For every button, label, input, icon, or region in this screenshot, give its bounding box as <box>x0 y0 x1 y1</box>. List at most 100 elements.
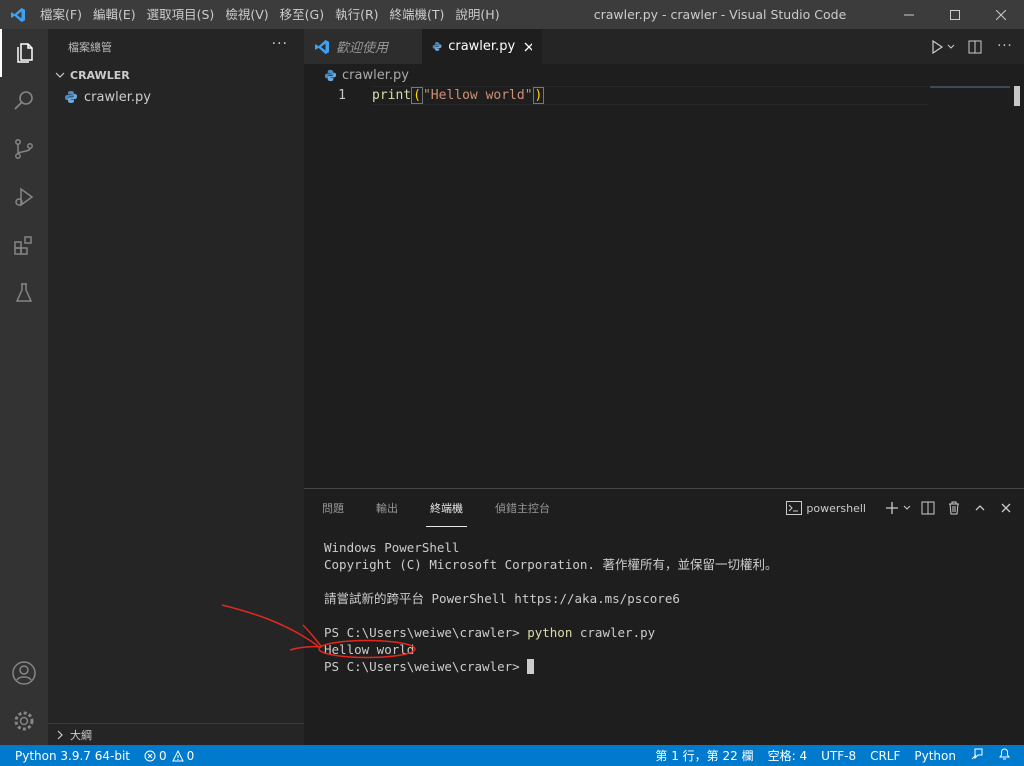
menu-selection[interactable]: 選取項目(S) <box>143 0 219 29</box>
terminal-prompt: PS C:\Users\weiwe\crawler> <box>324 659 528 674</box>
folder-crawler[interactable]: CRAWLER <box>48 64 304 86</box>
status-bar: Python 3.9.7 64-bit 0 0 第 1 行，第 22 欄 空格:… <box>0 745 1024 766</box>
tab-debug-console[interactable]: 偵錯主控台 <box>491 489 554 527</box>
minimize-button[interactable] <box>886 0 932 29</box>
tab-welcome[interactable]: 歡迎使用 <box>304 29 422 64</box>
terminal-command: python <box>527 625 573 640</box>
menu-terminal[interactable]: 終端機(T) <box>386 0 449 29</box>
warning-count: 0 <box>186 748 195 763</box>
menu-bar: 檔案(F) 編輯(E) 選取項目(S) 檢視(V) 移至(G) 執行(R) 終端… <box>36 0 507 29</box>
run-dropdown-chevron-icon[interactable] <box>946 36 956 58</box>
tab-crawler-py[interactable]: crawler.py <box>422 29 542 64</box>
breadcrumb[interactable]: crawler.py <box>304 64 1024 86</box>
terminal-command-arg: crawler.py <box>572 625 656 640</box>
error-icon <box>144 750 156 761</box>
search-icon[interactable] <box>0 77 48 125</box>
tab-label: crawler.py <box>448 39 516 54</box>
menu-file[interactable]: 檔案(F) <box>36 0 86 29</box>
code-token-paren: ) <box>532 87 545 104</box>
terminal-line: Windows PowerShell <box>324 540 460 555</box>
code-editor[interactable]: 1 print("Hellow world") <box>304 86 1024 488</box>
python-file-icon <box>432 42 442 51</box>
close-window-button[interactable] <box>978 0 1024 29</box>
terminal-icon <box>786 501 803 515</box>
split-terminal-icon[interactable] <box>918 497 938 519</box>
menu-go[interactable]: 移至(G) <box>276 0 328 29</box>
code-token-paren: ( <box>411 87 423 104</box>
run-python-button[interactable] <box>926 36 948 58</box>
extensions-icon[interactable] <box>0 221 48 269</box>
notifications-bell-icon[interactable] <box>998 747 1011 764</box>
tab-terminal[interactable]: 終端機 <box>426 489 467 527</box>
split-editor-button[interactable] <box>964 36 986 58</box>
accounts-icon[interactable] <box>0 649 48 697</box>
bottom-panel: 問題 輸出 終端機 偵錯主控台 powershell Windows Power… <box>304 488 1024 745</box>
chevron-down-icon <box>55 72 65 78</box>
more-actions-icon[interactable]: ··· <box>272 36 288 52</box>
cursor-position[interactable]: 第 1 行，第 22 欄 <box>655 747 753 764</box>
python-file-icon <box>65 91 77 103</box>
python-interpreter[interactable]: Python 3.9.7 64-bit <box>15 749 130 763</box>
indentation[interactable]: 空格: 4 <box>768 747 808 764</box>
close-tab-icon[interactable] <box>524 42 532 52</box>
testing-icon[interactable] <box>0 269 48 317</box>
sidebar-title: 檔案總管 <box>68 40 112 54</box>
code-line[interactable]: 1 print("Hellow world") <box>304 86 1024 105</box>
breadcrumb-file: crawler.py <box>342 67 409 83</box>
outline-section[interactable]: 大綱 <box>48 723 304 745</box>
outline-label: 大綱 <box>70 728 92 742</box>
editor-tabs: 歡迎使用 crawler.py ··· <box>304 29 1024 64</box>
source-control-icon[interactable] <box>0 125 48 173</box>
python-file-icon <box>324 69 337 81</box>
settings-gear-icon[interactable] <box>0 697 48 745</box>
tab-problems[interactable]: 問題 <box>318 489 348 527</box>
tab-output[interactable]: 輸出 <box>372 489 402 527</box>
code-token-function: print <box>372 88 412 103</box>
vscode-logo-icon <box>0 0 36 29</box>
terminal-active-prompt: PS C:\Users\weiwe\crawler> <box>324 658 777 675</box>
kill-terminal-trash-icon[interactable] <box>944 497 964 519</box>
maximize-button[interactable] <box>932 0 978 29</box>
new-terminal-plus-icon[interactable] <box>882 497 902 519</box>
terminal-line: 請嘗試新的跨平台 PowerShell https://aka.ms/pscor… <box>324 591 680 606</box>
sidebar-header: 檔案總管 ··· <box>48 29 304 64</box>
terminal-program-output: Hellow world <box>324 642 415 657</box>
terminal-output[interactable]: Windows PowerShell Copyright (C) Microso… <box>324 539 777 675</box>
warning-icon <box>171 749 184 761</box>
line-number: 1 <box>338 88 346 103</box>
folder-label: CRAWLER <box>70 68 130 82</box>
window-title: crawler.py - crawler - Visual Studio Cod… <box>593 7 847 22</box>
terminal-dropdown-chevron-icon[interactable] <box>902 497 912 519</box>
activity-bar <box>0 29 48 745</box>
menu-edit[interactable]: 編輯(E) <box>89 0 140 29</box>
terminal-command-line: PS C:\Users\weiwe\crawler> python crawle… <box>324 624 777 641</box>
menu-view[interactable]: 檢視(V) <box>221 0 272 29</box>
terminal-prompt: PS C:\Users\weiwe\crawler> <box>324 625 528 640</box>
menu-help[interactable]: 說明(H) <box>451 0 503 29</box>
title-bar: 檔案(F) 編輯(E) 選取項目(S) 檢視(V) 移至(G) 執行(R) 終端… <box>0 0 1024 29</box>
file-crawler-py[interactable]: crawler.py <box>48 86 304 108</box>
terminal-cursor <box>527 659 535 674</box>
chevron-right-icon <box>57 730 63 739</box>
maximize-panel-chevron-up-icon[interactable] <box>970 497 990 519</box>
terminal-line: Copyright (C) Microsoft Corporation. 著作權… <box>324 557 778 572</box>
feedback-icon[interactable] <box>970 747 984 764</box>
error-count: 0 <box>159 748 167 763</box>
problems-count[interactable]: 0 0 <box>144 749 194 763</box>
code-text: print("Hellow world") <box>372 87 545 104</box>
terminal-shell-selector[interactable]: powershell <box>786 501 866 515</box>
editor-more-actions-icon[interactable]: ··· <box>994 36 1016 58</box>
tab-label: 歡迎使用 <box>336 41 389 56</box>
language-mode[interactable]: Python <box>914 749 956 763</box>
run-debug-icon[interactable] <box>0 173 48 221</box>
shell-label: powershell <box>806 501 866 515</box>
file-label: crawler.py <box>84 89 151 105</box>
close-panel-icon[interactable] <box>996 497 1016 519</box>
explorer-sidebar: 檔案總管 ··· CRAWLER crawler.py 大綱 <box>48 29 304 745</box>
menu-run[interactable]: 執行(R) <box>331 0 382 29</box>
encoding[interactable]: UTF-8 <box>821 749 856 763</box>
end-of-line[interactable]: CRLF <box>870 749 900 763</box>
explorer-icon[interactable] <box>0 29 48 77</box>
vscode-logo-icon <box>315 39 329 54</box>
